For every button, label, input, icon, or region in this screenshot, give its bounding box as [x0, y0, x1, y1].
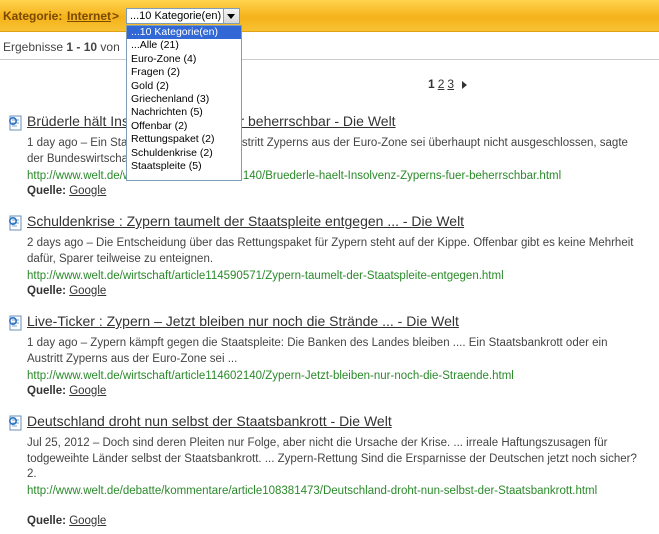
pagination: 123 — [428, 77, 468, 91]
current-page: 1 — [428, 77, 435, 91]
result-url: http://www.welt.de/wirtschaft/article114… — [27, 370, 514, 382]
dropdown-option[interactable]: Euro-Zone (4) — [127, 53, 241, 66]
dropdown-option[interactable]: Rettungspaket (2) — [127, 133, 241, 146]
result-source: Quelle: Google — [27, 515, 107, 527]
category-select[interactable]: ...10 Kategorie(en) — [126, 8, 240, 24]
dropdown-option[interactable]: Fragen (2) — [127, 66, 241, 79]
page-link[interactable]: 3 — [447, 77, 454, 91]
dropdown-option[interactable]: ...10 Kategorie(en) — [127, 26, 241, 40]
source-link[interactable]: Google — [69, 385, 106, 397]
page-link[interactable]: 2 — [438, 77, 445, 91]
category-arrow: > — [112, 9, 120, 23]
document-icon — [8, 215, 22, 231]
dropdown-option[interactable]: ...Alle (21) — [127, 39, 241, 52]
result-url: http://www.welt.de/wirtschaft/article114… — [27, 170, 562, 182]
next-page-icon[interactable] — [462, 80, 468, 89]
dropdown-option[interactable]: Nachrichten (5) — [127, 106, 241, 119]
results-count-bar: Ergebnisse 1 - 10 von — [0, 32, 659, 60]
result-title-link[interactable]: Schuldenkrise : Zypern taumelt der Staat… — [27, 213, 464, 229]
document-icon — [8, 115, 22, 131]
source-link[interactable]: Google — [69, 285, 106, 297]
chevron-down-icon[interactable] — [223, 9, 239, 23]
document-icon — [8, 415, 22, 431]
category-select-value: ...10 Kategorie(en) — [130, 10, 222, 22]
document-icon — [8, 315, 22, 331]
search-result: Brüderle hält Insolvenz Zyperns für behe… — [8, 113, 648, 203]
search-result: Schuldenkrise : Zypern taumelt der Staat… — [8, 213, 648, 303]
result-title-link[interactable]: Live-Ticker : Zypern – Jetzt bleiben nur… — [27, 313, 459, 329]
result-snippet: 1 day ago – Zypern kämpft gegen die Staa… — [27, 337, 608, 365]
result-title-link[interactable]: Deutschland droht nun selbst der Staatsb… — [27, 413, 392, 429]
dropdown-option[interactable]: Staatspleite (5) — [127, 160, 241, 173]
result-snippet: 1 day ago – Ein Staatsbankrott und ein A… — [27, 137, 628, 165]
dropdown-option[interactable]: Offenbar (2) — [127, 120, 241, 133]
category-label: Kategorie: — [3, 9, 63, 23]
search-result: Deutschland droht nun selbst der Staatsb… — [8, 413, 648, 531]
result-url: http://www.welt.de/wirtschaft/article114… — [27, 270, 504, 282]
dropdown-option[interactable]: Griechenland (3) — [127, 93, 241, 106]
results-count: Ergebnisse 1 - 10 von — [3, 40, 120, 54]
search-result: Live-Ticker : Zypern – Jetzt bleiben nur… — [8, 313, 648, 403]
dropdown-option[interactable]: Gold (2) — [127, 80, 241, 93]
category-bar: Kategorie: Internet > ...10 Kategorie(en… — [0, 0, 659, 32]
source-link[interactable]: Google — [69, 515, 106, 527]
result-snippet: Jul 25, 2012 – Doch sind deren Pleiten n… — [27, 437, 637, 480]
category-dropdown-list: ...10 Kategorie(en) ...Alle (21) Euro-Zo… — [126, 25, 242, 181]
result-url: http://www.welt.de/debatte/kommentare/ar… — [27, 485, 598, 497]
source-link[interactable]: Google — [69, 185, 106, 197]
result-snippet: 2 days ago – Die Entscheidung über das R… — [27, 237, 634, 265]
dropdown-option[interactable]: Schuldenkrise (2) — [127, 147, 241, 160]
result-source: Quelle: Google — [27, 285, 107, 297]
category-link-internet[interactable]: Internet — [67, 9, 111, 23]
result-source: Quelle: Google — [27, 185, 107, 197]
result-source: Quelle: Google — [27, 385, 107, 397]
